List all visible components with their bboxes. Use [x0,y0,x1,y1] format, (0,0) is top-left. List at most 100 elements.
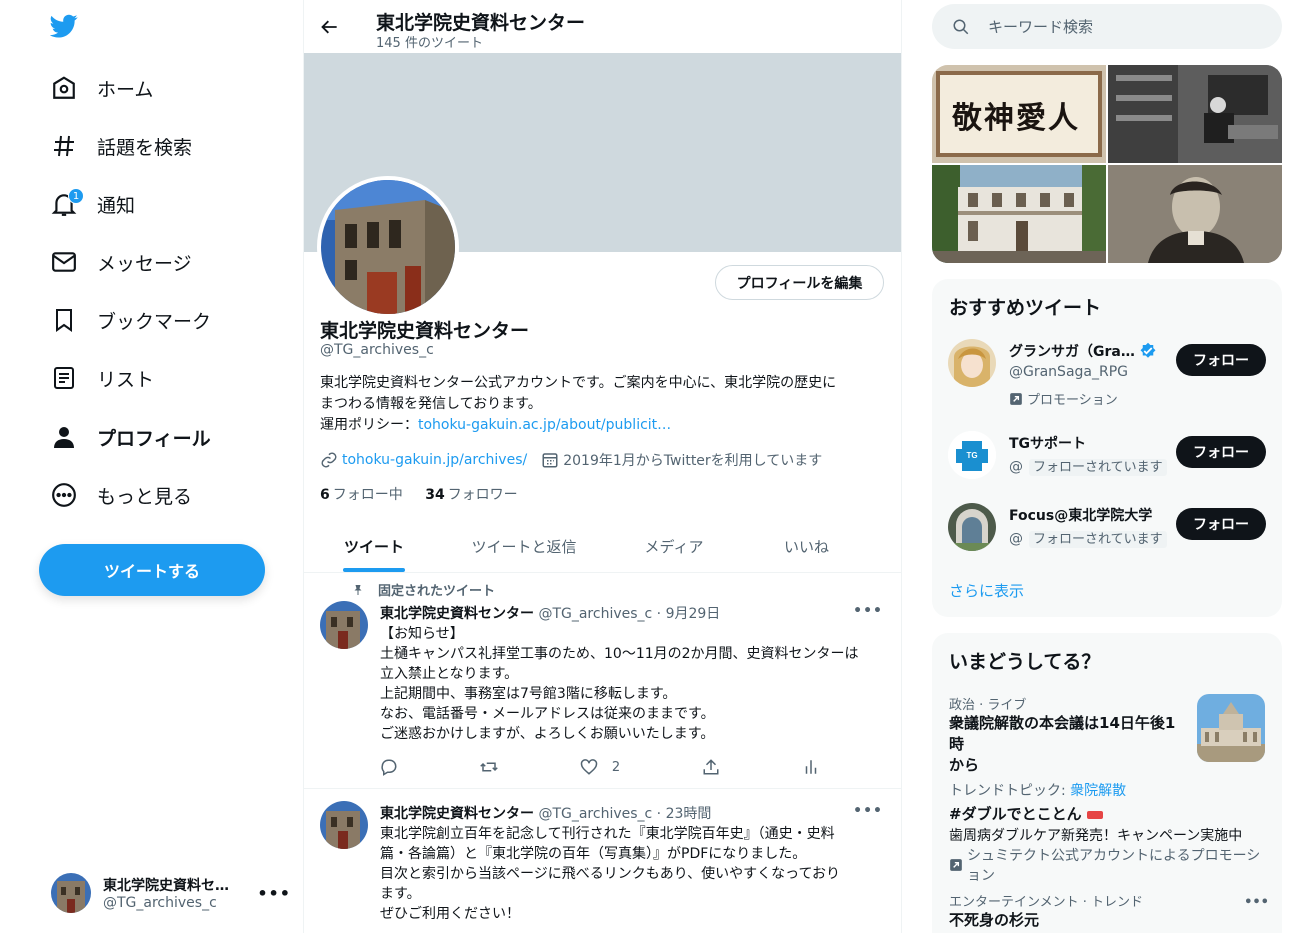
like-count: 2 [611,759,621,775]
promoted-icon [949,858,963,872]
account-switcher[interactable]: 東北学院史資料セ… @TG_archives_c ••• [51,871,291,915]
trend-item[interactable]: #ダブルでとことん 歯周病ダブルケア新発売！キャンペーン実施中 シュミテクト公式… [949,804,1269,885]
profile-website-link[interactable]: tohoku-gakuin.jp/archives/ [342,452,527,468]
tweet-actions: 2 [380,758,820,776]
nav-more[interactable]: もっと見る [50,471,192,519]
profile-bio: 東北学院史資料センター公式アカウントです。ご案内を中心に、東北学院の歴史に まつ… [320,373,890,436]
following-count: 6 [320,487,330,503]
nav-profile[interactable]: プロフィール [50,413,211,461]
recommended-user[interactable]: グランサガ（Gra… @GranSaga_RPG プロモーション フォロー [948,339,1266,408]
account-menu-icon[interactable]: ••• [257,884,291,903]
trend-title: #ダブルでとことん [949,804,1269,825]
profile-header-bar: 東北学院史資料センター 145 件のツイート [304,0,901,53]
nav-home-label: ホーム [97,78,154,101]
tab-likes[interactable]: いいね [744,520,869,572]
nav-notifications[interactable]: 1 通知 [50,180,135,228]
left-navigation: ホーム 話題を検索 1 通知 メッセージ ブックマーク リスト プロフィール も… [0,0,303,933]
trend-topic-link[interactable]: 衆院解散 [1070,783,1126,799]
trend-title-text: #ダブルでとことん [949,805,1082,823]
trend-title: 不死身の杉元 [949,911,1040,929]
edit-profile-button[interactable]: プロフィールを編集 [715,265,884,300]
tweet-avatar[interactable] [320,801,368,849]
profile-timeline: 東北学院史資料センター 145 件のツイート プロフィールを編集 東北学院史資料… [303,0,902,933]
tab-tweets[interactable]: ツイート [304,520,444,572]
recommended-user[interactable]: Focus@東北学院大学 @ フォローされています フォロー [948,503,1266,563]
nav-messages[interactable]: メッセージ [50,238,192,286]
tweet-header: 東北学院史資料センター @TG_archives_c · 9月29日 [380,603,720,623]
trend-title-line: 衆議院解散の本会議は14日午後1時 [949,714,1176,753]
user-avatar [948,339,996,387]
nav-lists[interactable]: リスト [50,354,154,402]
compose-tweet-button[interactable]: ツイートする [39,544,265,596]
user-avatar [948,503,996,551]
tweet-author-name[interactable]: 東北学院史資料センター [380,806,534,822]
tweet-more-icon[interactable]: ••• [853,803,883,819]
like-button[interactable]: 2 [580,758,620,776]
nav-more-label: もっと見る [97,485,193,508]
twitter-logo-icon[interactable] [50,12,82,44]
nav-explore[interactable]: 話題を検索 [50,122,192,170]
tweet-text: 東北学院創立百年を記念して刊行された『東北学院百年史』（通史・史料 篇・各論篇）… [380,824,890,924]
back-arrow-icon[interactable] [320,17,340,37]
profile-joined-date: 2019年1月からTwitterを利用しています [563,453,823,469]
media-tile-calligraphy[interactable]: 敬神愛人 [932,65,1106,163]
analytics-icon[interactable] [802,758,820,776]
profile-avatar[interactable] [317,176,459,318]
tweet-line: 篇・各論篇）と『東北学院の百年（写真集）』がPDFになりました。 [380,846,807,862]
following-label: フォロー中 [332,487,403,503]
share-icon[interactable] [702,758,720,776]
following-link[interactable]: 6 フォロー中 [320,487,403,503]
follow-button[interactable]: フォロー [1176,344,1266,376]
trend-item[interactable]: エンターテインメント · トレンド 不死身の杉元 ••• [949,891,1269,931]
tweet-count: 145 件のツイート [376,36,483,51]
media-tile-library-photo[interactable] [1108,65,1282,163]
trend-thumbnail [1197,694,1265,762]
user-handle: @ フォローされています [1009,528,1167,548]
trend-item[interactable]: 政治 · ライブ 衆議院解散の本会議は14日午後1時 から トレンドトピック: 衆… [949,694,1269,800]
media-tile-portrait-photo[interactable] [1108,165,1282,263]
retweet-icon[interactable] [480,758,498,776]
show-more-link[interactable]: さらに表示 [949,580,1024,601]
page-title: 東北学院史資料センター [376,12,586,34]
trends-title: いまどうしてる？ [949,651,1101,673]
recommended-user[interactable]: TG TGサポート @ フォローされています フォロー [948,431,1266,491]
bio-policy: 運用ポリシー：tohoku-gakuin.ac.jp/about/publici… [320,415,890,436]
promotion-text: プロモーション [1027,393,1118,408]
tab-tweets-replies[interactable]: ツイートと返信 [444,520,604,572]
tweet-line: 東北学院創立百年を記念して刊行された『東北学院百年史』（通史・史料 [380,826,835,842]
tweet-line: 土樋キャンパス礼拝堂工事のため、10～11月の2か月間、史資料センターは [380,646,859,662]
follow-button[interactable]: フォロー [1176,436,1266,468]
nav-notifications-label: 通知 [97,194,136,217]
tweet-avatar[interactable] [320,601,368,649]
profile-follow-stats: 6 フォロー中 34 フォロワー [320,484,518,504]
nav-home[interactable]: ホーム [50,64,153,112]
tweet-line: 上記期間中、事務室は7号館3階に移転します。 [380,686,677,702]
tweet-author-name[interactable]: 東北学院史資料センター [380,606,534,622]
bio-policy-link[interactable]: tohoku-gakuin.ac.jp/about/publicit… [418,417,671,433]
user-handle: @GranSaga_RPG [1009,364,1129,380]
trend-more-icon[interactable]: ••• [1244,895,1269,910]
search-input[interactable] [988,17,1248,36]
tweet-line: 立入禁止となります。 [380,666,519,682]
follow-button[interactable]: フォロー [1176,508,1266,540]
user-name: Focus@東北学院大学 [1009,508,1153,524]
reply-icon[interactable] [380,758,398,776]
more-circle-icon [50,481,78,509]
tweet-more-icon[interactable]: ••• [853,603,883,619]
pinned-indicator: 固定されたツイート [352,580,495,599]
nav-bookmarks[interactable]: ブックマーク [50,296,211,344]
followers-link[interactable]: 34 フォロワー [425,487,517,503]
profile-tabs: ツイート ツイートと返信 メディア いいね [304,520,901,573]
account-name: 東北学院史資料セ… [103,878,229,894]
follows-you-badge: フォローされています [1029,531,1167,548]
trend-promo: シュミテクト公式アカウントによるプロモーション [949,845,1269,885]
search-box[interactable] [932,4,1282,49]
media-tile-building-photo[interactable] [932,165,1106,263]
profile-name: 東北学院史資料センター [320,320,530,342]
list-icon [50,364,78,392]
tweet-line: ご迷惑おかけしますが、よろしくお願いいたします。 [380,726,715,742]
tab-media[interactable]: メディア [604,520,744,572]
follows-you-badge: フォローされています [1029,459,1167,476]
trend-title-line: から [949,756,980,774]
trend-subtitle-prefix: トレンドトピック: [949,783,1071,799]
